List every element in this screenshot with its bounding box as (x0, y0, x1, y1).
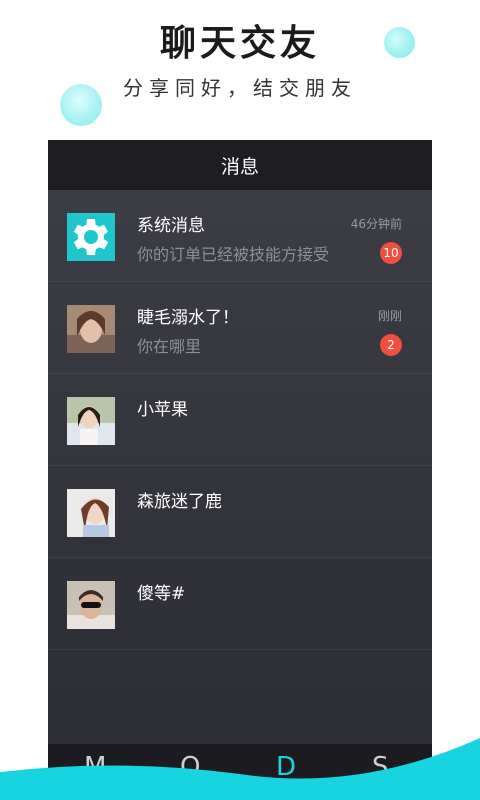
contact-name: 小苹果 (137, 400, 188, 420)
decorative-bubble (60, 84, 102, 126)
phone-screen: 消息 系统消息 你的订单已经被技能方接受 46分钟前 10 睫毛溺水了！ 你在哪… (48, 140, 432, 800)
user-photo (67, 581, 115, 629)
gear-icon (73, 219, 109, 255)
avatar (67, 397, 115, 445)
avatar (67, 489, 115, 537)
decorative-bubble (384, 27, 415, 58)
user-photo (67, 305, 115, 353)
message-preview: 你的订单已经被技能方接受 (137, 245, 330, 264)
system-avatar (67, 213, 115, 261)
contact-name: 傻等# (137, 584, 186, 604)
unread-badge: 10 (380, 242, 402, 264)
message-time: 刚刚 (377, 309, 402, 323)
message-preview: 你在哪里 (137, 337, 202, 356)
message-time: 46分钟前 (350, 217, 402, 231)
message-list: 系统消息 你的订单已经被技能方接受 46分钟前 10 睫毛溺水了！ 你在哪里 刚… (48, 190, 432, 650)
user-photo (67, 397, 115, 445)
decorative-wave (0, 738, 480, 800)
message-row[interactable]: 小苹果 (48, 374, 432, 466)
screen-title: 消息 (220, 155, 259, 178)
avatar (67, 581, 115, 629)
contact-name: 睫毛溺水了！ (137, 308, 239, 328)
message-row-system[interactable]: 系统消息 你的订单已经被技能方接受 46分钟前 10 (48, 190, 432, 282)
user-photo (67, 489, 115, 537)
message-row[interactable]: 傻等# (48, 558, 432, 650)
avatar (67, 305, 115, 353)
contact-name: 森旅迷了鹿 (137, 492, 222, 512)
contact-name: 系统消息 (137, 216, 205, 236)
message-row[interactable]: 森旅迷了鹿 (48, 466, 432, 558)
title-bar: 消息 (48, 140, 432, 190)
promo-page: 聊天交友 分享同好，结交朋友 消息 系统消息 你的订单已经被技能方接受 46分钟… (0, 0, 480, 800)
message-row[interactable]: 睫毛溺水了！ 你在哪里 刚刚 2 (48, 282, 432, 374)
unread-badge: 2 (380, 334, 402, 356)
